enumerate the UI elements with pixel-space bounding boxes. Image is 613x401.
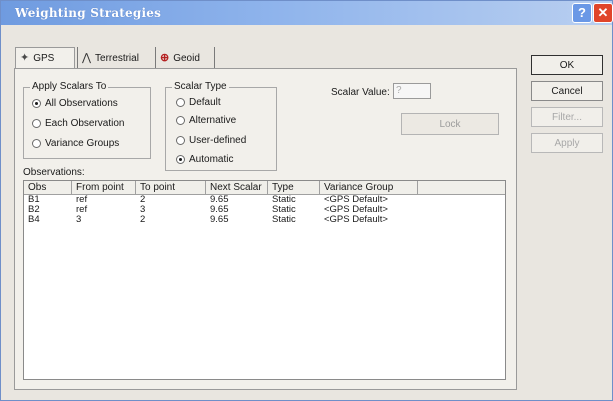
radio-selected-icon [176,155,185,164]
table-row[interactable]: B2 ref 3 9.65 Static <GPS Default> [24,205,505,215]
lock-button[interactable]: Lock [401,113,499,135]
column-header-obs[interactable]: Obs [24,181,72,195]
column-header-type[interactable]: Type [268,181,320,195]
observations-label: Observations: [23,167,85,178]
radio-user-defined[interactable]: User-defined [176,135,246,146]
apply-button[interactable]: Apply [531,133,603,153]
radio-icon [176,116,185,125]
cell-obs: B4 [28,214,40,225]
ok-button[interactable]: OK [531,55,603,75]
radio-icon [176,136,185,145]
radio-automatic[interactable]: Automatic [176,154,233,165]
table-row[interactable]: B4 3 2 9.65 Static <GPS Default> [24,215,505,225]
apply-scalars-title: Apply Scalars To [30,81,109,92]
help-button[interactable]: ? [572,3,592,23]
radio-label: Alternative [189,115,237,126]
radio-alternative[interactable]: Alternative [176,115,236,126]
radio-icon [176,98,185,107]
scalar-type-group: Scalar Type Default Alternative User-def… [165,81,277,171]
cell-from-point: ref [76,204,88,215]
scalar-value-label: Scalar Value: [331,87,390,98]
close-button[interactable]: ✕ [593,3,613,23]
radio-variance-groups[interactable]: Variance Groups [32,138,119,149]
radio-label: Each Observation [45,118,125,129]
filter-button[interactable]: Filter... [531,107,603,127]
radio-label: Automatic [189,154,234,165]
cell-type: Static [272,214,296,225]
globe-icon: ⊕ [160,51,170,64]
column-header-to-point[interactable]: To point [136,181,206,195]
radio-icon [32,119,41,128]
tripod-icon: ⋀ [82,51,92,64]
title-bar[interactable]: Weighting Strategies ? ✕ [1,1,613,25]
radio-icon [32,139,41,148]
radio-label: All Observations [45,98,118,109]
radio-default[interactable]: Default [176,97,221,108]
dialog-title: Weighting Strategies [15,6,162,20]
scalar-value-input[interactable]: ? [393,83,431,99]
cell-to-point: 2 [140,214,146,225]
cell-variance-group: <GPS Default> [324,214,388,225]
tab-gps[interactable]: ✦ GPS [15,47,75,69]
radio-label: Default [189,97,221,108]
radio-label: User-defined [189,135,247,146]
column-header-variance-group[interactable]: Variance Group [320,181,418,195]
list-header: Obs From point To point Next Scalar Type… [24,181,505,195]
cell-next-scalar: 9.65 [210,214,229,225]
weighting-strategies-dialog: Weighting Strategies ? ✕ ✦ GPS ⋀ Terrest… [0,0,613,401]
scalar-type-title: Scalar Type [172,81,229,92]
tab-terrestrial-label: Terrestrial [95,52,139,64]
cancel-button[interactable]: Cancel [531,81,603,101]
radio-label: Variance Groups [45,138,120,149]
radio-all-observations[interactable]: All Observations [32,98,118,109]
radio-each-observation[interactable]: Each Observation [32,118,125,129]
tab-geoid-label: Geoid [173,52,200,64]
cell-to-point: 3 [140,204,146,215]
table-row[interactable]: B1 ref 2 9.65 Static <GPS Default> [24,195,505,205]
satellite-icon: ✦ [20,52,30,64]
gps-tab-panel: Apply Scalars To All Observations Each O… [14,68,517,390]
column-header-from-point[interactable]: From point [72,181,136,195]
observations-list[interactable]: Obs From point To point Next Scalar Type… [23,180,506,380]
cell-from-point: 3 [76,214,82,225]
tab-gps-label: GPS [33,53,55,64]
radio-selected-icon [32,99,41,108]
apply-scalars-group: Apply Scalars To All Observations Each O… [23,81,151,159]
cell-to-point: 2 [140,194,146,205]
column-header-next-scalar[interactable]: Next Scalar [206,181,268,195]
tab-terrestrial[interactable]: ⋀ Terrestrial [77,47,155,69]
tab-geoid[interactable]: ⊕ Geoid [155,47,215,69]
